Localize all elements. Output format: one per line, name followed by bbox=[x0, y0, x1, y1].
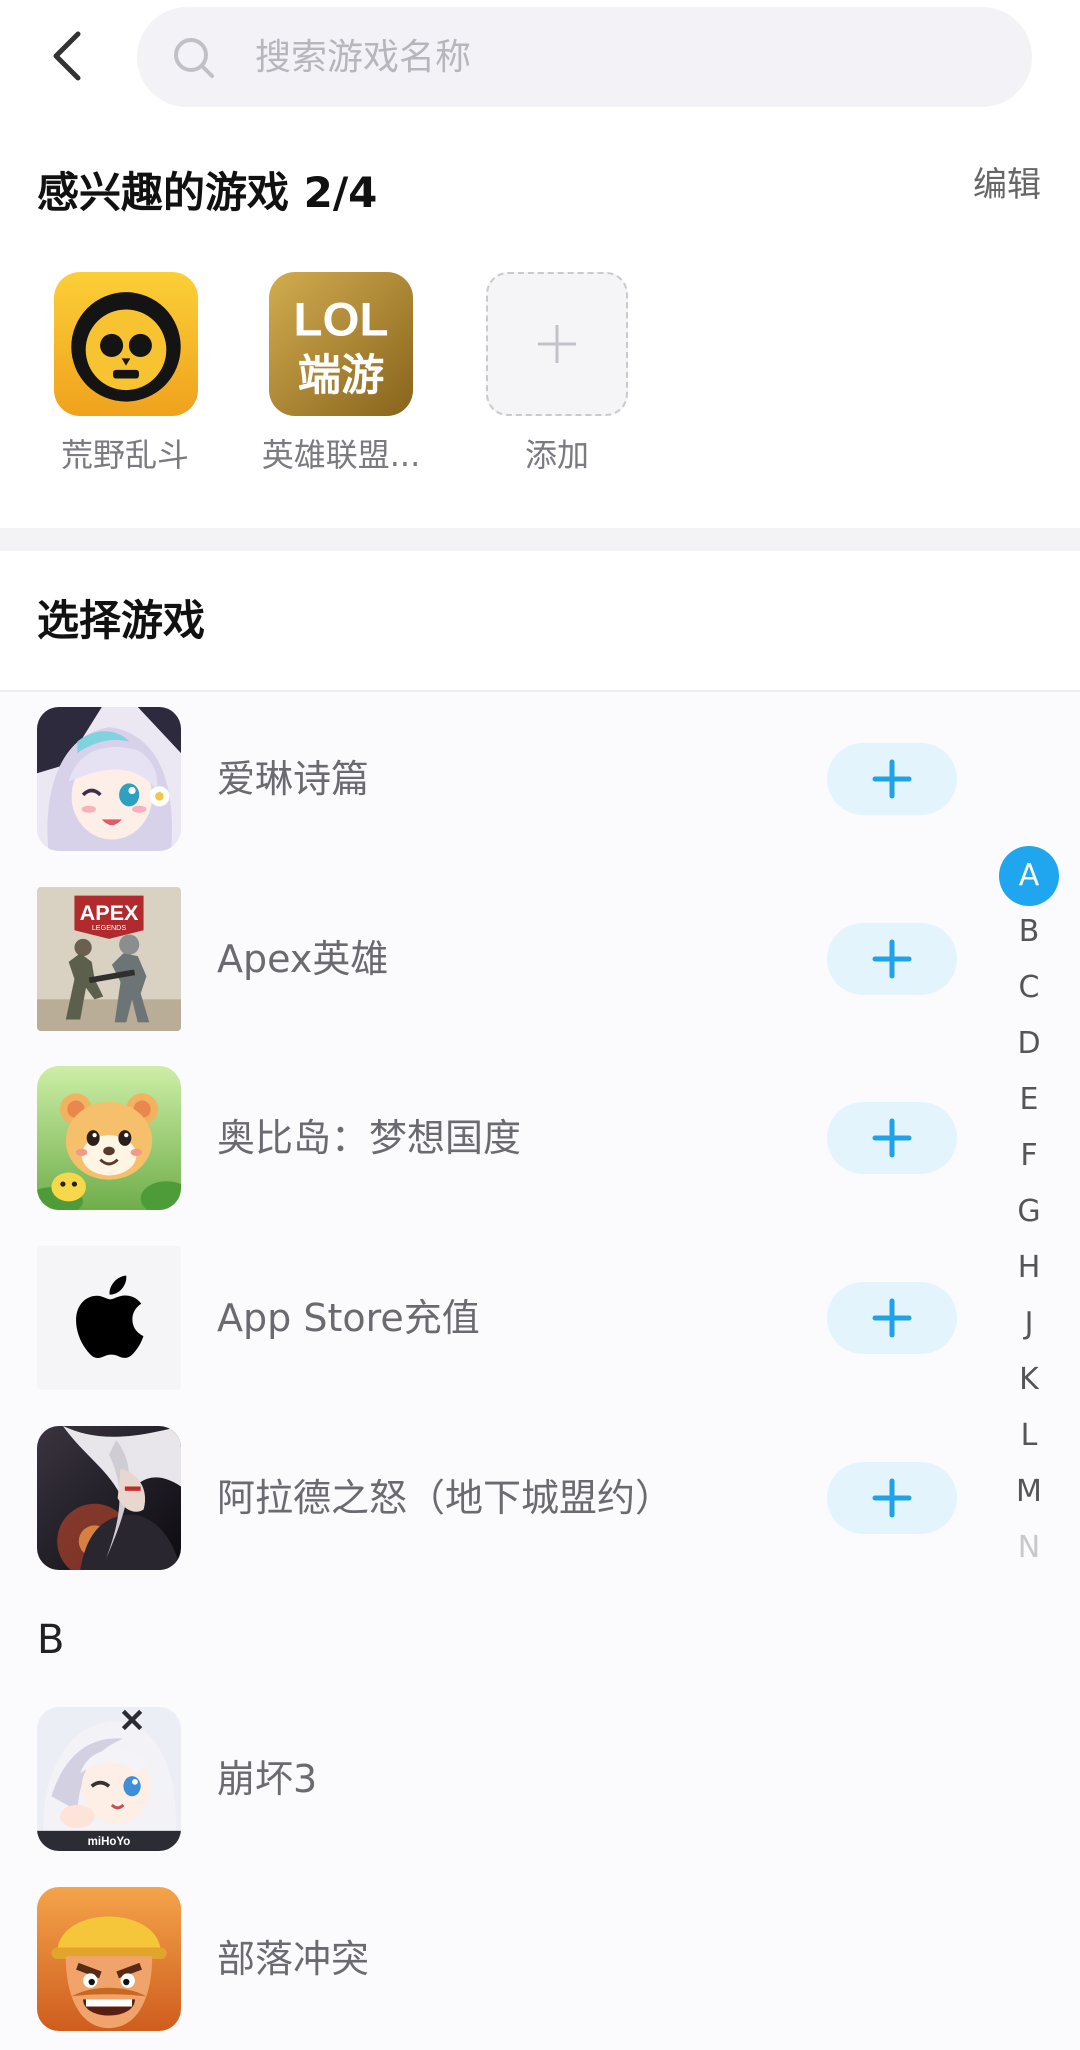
game-name: 爱琳诗篇 bbox=[217, 757, 370, 801]
favorite-game-tile[interactable] bbox=[54, 272, 198, 416]
index-letter-m[interactable]: M bbox=[999, 1464, 1059, 1520]
apex-legends-icon: APEX LEGENDS bbox=[37, 887, 181, 1031]
clash-of-clans-icon bbox=[37, 1887, 181, 2031]
search-icon bbox=[174, 38, 214, 78]
svg-text:端游: 端游 bbox=[298, 351, 384, 401]
game-name: Apex英雄 bbox=[217, 937, 389, 981]
interested-games-title: 感兴趣的游戏 2/4 bbox=[37, 168, 378, 217]
plus-icon bbox=[538, 325, 576, 363]
svg-text:APEX: APEX bbox=[80, 900, 139, 925]
game-row[interactable]: 爱琳诗篇 bbox=[0, 707, 1080, 851]
edit-button[interactable]: 编辑 bbox=[973, 162, 1041, 208]
select-game-title: 选择游戏 bbox=[37, 596, 206, 645]
add-favorite-button[interactable] bbox=[486, 272, 628, 416]
index-letter-a[interactable]: A bbox=[999, 846, 1059, 906]
game-row[interactable]: 阿拉德之怒（地下城盟约） bbox=[0, 1426, 1080, 1570]
index-letter-g[interactable]: G bbox=[999, 1184, 1059, 1240]
game-row[interactable]: 部落冲突 bbox=[0, 1887, 1080, 2031]
brawl-stars-icon bbox=[54, 272, 198, 416]
game-icon bbox=[37, 707, 181, 851]
game-icon: APEX LEGENDS bbox=[37, 887, 181, 1031]
plus-icon bbox=[872, 939, 912, 979]
plus-icon bbox=[872, 1298, 912, 1338]
plus-icon bbox=[872, 1478, 912, 1518]
game-row[interactable]: miHoYo 崩坏3 bbox=[0, 1707, 1080, 1851]
divider bbox=[0, 690, 1080, 692]
index-letter-f[interactable]: F bbox=[999, 1128, 1059, 1184]
honkai-impact-3-icon: miHoYo bbox=[37, 1707, 181, 1851]
lol-icon: LOL 端游 bbox=[269, 272, 413, 416]
eileen-poem-icon bbox=[37, 707, 181, 851]
add-game-button[interactable] bbox=[827, 923, 957, 995]
game-name: 奥比岛：梦想国度 bbox=[217, 1116, 522, 1160]
section-header-b: B bbox=[37, 1617, 65, 1663]
favorite-game-tile[interactable]: LOL 端游 bbox=[269, 272, 413, 416]
section-separator bbox=[0, 528, 1080, 551]
game-icon bbox=[37, 1426, 181, 1570]
add-game-button[interactable] bbox=[827, 743, 957, 815]
game-icon bbox=[37, 1066, 181, 1210]
index-letter-h[interactable]: H bbox=[999, 1240, 1059, 1296]
index-letter-e[interactable]: E bbox=[999, 1072, 1059, 1128]
game-name: 阿拉德之怒（地下城盟约） bbox=[217, 1476, 674, 1520]
svg-text:miHoYo: miHoYo bbox=[88, 1836, 131, 1848]
game-name: 部落冲突 bbox=[217, 1937, 370, 1981]
apple-icon bbox=[37, 1246, 181, 1390]
search-input[interactable] bbox=[255, 7, 995, 107]
alphabet-index[interactable]: A B C D E F G H J K L M N bbox=[999, 846, 1059, 1560]
add-game-button[interactable] bbox=[827, 1462, 957, 1534]
index-letter-n[interactable]: N bbox=[999, 1520, 1059, 1560]
favorite-game-name: 荒野乱斗 bbox=[60, 436, 189, 474]
back-button[interactable] bbox=[44, 26, 94, 86]
add-game-button[interactable] bbox=[827, 1102, 957, 1174]
index-letter-l[interactable]: L bbox=[999, 1408, 1059, 1464]
game-icon: miHoYo bbox=[37, 1707, 181, 1851]
plus-icon bbox=[872, 1118, 912, 1158]
index-letter-b[interactable]: B bbox=[999, 904, 1059, 960]
index-letter-k[interactable]: K bbox=[999, 1352, 1059, 1408]
index-letter-j[interactable]: J bbox=[999, 1296, 1059, 1352]
index-letter-d[interactable]: D bbox=[999, 1016, 1059, 1072]
svg-text:LEGENDS: LEGENDS bbox=[92, 923, 127, 932]
game-name: 崩坏3 bbox=[217, 1757, 318, 1801]
favorite-game-name: 英雄联盟... bbox=[261, 436, 421, 474]
aobi-island-icon bbox=[37, 1066, 181, 1210]
arad-rage-icon bbox=[37, 1426, 181, 1570]
game-name: App Store充值 bbox=[217, 1296, 480, 1340]
game-icon bbox=[37, 1887, 181, 2031]
add-game-button[interactable] bbox=[827, 1282, 957, 1354]
svg-text:LOL: LOL bbox=[293, 293, 388, 346]
game-row[interactable]: 奥比岛：梦想国度 bbox=[0, 1066, 1080, 1210]
add-favorite-label: 添加 bbox=[524, 436, 589, 474]
game-row[interactable]: App Store充值 bbox=[0, 1246, 1080, 1390]
chevron-left-icon bbox=[53, 31, 81, 81]
game-row[interactable]: APEX LEGENDS Apex英雄 bbox=[0, 887, 1080, 1031]
plus-icon bbox=[872, 759, 912, 799]
game-icon bbox=[37, 1246, 181, 1390]
index-letter-c[interactable]: C bbox=[999, 960, 1059, 1016]
search-bar[interactable] bbox=[137, 7, 1032, 107]
